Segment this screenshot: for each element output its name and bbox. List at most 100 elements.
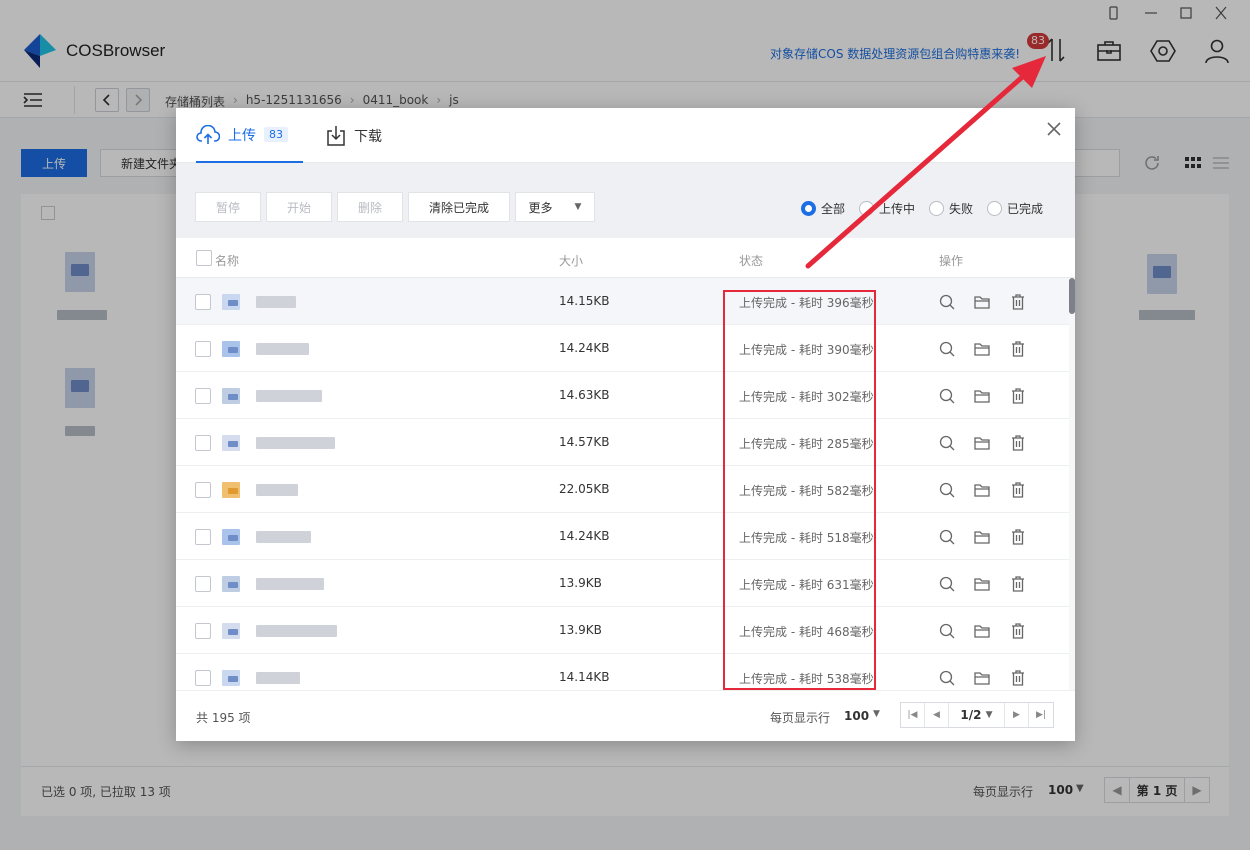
row-checkbox[interactable] xyxy=(195,623,211,639)
file-name-redacted xyxy=(220,478,370,502)
folder-icon[interactable] xyxy=(973,340,991,358)
tab-upload-label: 上传 xyxy=(228,127,256,144)
trash-icon[interactable] xyxy=(1009,575,1027,593)
pause-button[interactable]: 暂停 xyxy=(195,192,261,222)
tab-upload[interactable]: 上传 83 xyxy=(196,108,303,163)
column-name: 名称 xyxy=(215,254,240,268)
filter-uploading[interactable]: 上传中 xyxy=(859,200,915,217)
table-row[interactable]: 14.15KB 上传完成 - 耗时 396毫秒 xyxy=(176,278,1069,325)
page-select[interactable]: 1/2 ▼ xyxy=(949,703,1005,727)
file-name-redacted xyxy=(220,619,370,643)
table-row[interactable]: 14.63KB 上传完成 - 耗时 302毫秒 xyxy=(176,372,1069,419)
radio-selected[interactable] xyxy=(801,201,816,216)
caret-down-icon: ▼ xyxy=(574,202,582,212)
file-size: 14.14KB xyxy=(559,670,610,684)
trash-icon[interactable] xyxy=(1009,387,1027,405)
dialog-footer: 共 195 项 每页显示行 100 ▼ |◀ ◀ 1/2 ▼ ▶ ▶| xyxy=(176,690,1075,741)
row-checkbox[interactable] xyxy=(195,294,211,310)
search-icon[interactable] xyxy=(938,528,956,546)
tab-download-label: 下载 xyxy=(354,128,382,145)
row-checkbox[interactable] xyxy=(195,529,211,545)
total-count: 共 195 项 xyxy=(196,711,251,725)
delete-button[interactable]: 删除 xyxy=(337,192,403,222)
folder-icon[interactable] xyxy=(973,434,991,452)
upload-count-badge: 83 xyxy=(264,127,288,142)
file-size: 14.63KB xyxy=(559,388,610,402)
radio[interactable] xyxy=(987,201,1003,216)
last-page-button[interactable]: ▶| xyxy=(1029,703,1053,727)
filter-label: 全部 xyxy=(821,202,846,216)
file-size: 14.57KB xyxy=(559,435,610,449)
search-icon[interactable] xyxy=(938,293,956,311)
select-all-checkbox[interactable] xyxy=(196,250,212,266)
trash-icon[interactable] xyxy=(1009,340,1027,358)
file-name-redacted xyxy=(220,525,370,549)
scroll-thumb[interactable] xyxy=(1069,278,1075,314)
caret-down-icon[interactable]: ▼ xyxy=(873,709,880,719)
folder-icon[interactable] xyxy=(973,575,991,593)
start-button[interactable]: 开始 xyxy=(266,192,332,222)
column-actions: 操作 xyxy=(939,254,964,268)
file-name-redacted xyxy=(220,666,370,690)
folder-icon[interactable] xyxy=(973,622,991,640)
table-row[interactable]: 14.14KB 上传完成 - 耗时 538毫秒 xyxy=(176,654,1069,690)
row-checkbox[interactable] xyxy=(195,670,211,686)
trash-icon[interactable] xyxy=(1009,528,1027,546)
filter-failed[interactable]: 失败 xyxy=(929,200,973,217)
table-row[interactable]: 14.57KB 上传完成 - 耗时 285毫秒 xyxy=(176,419,1069,466)
first-page-button[interactable]: |◀ xyxy=(901,703,925,727)
trash-icon[interactable] xyxy=(1009,293,1027,311)
table-row[interactable]: 22.05KB 上传完成 - 耗时 582毫秒 xyxy=(176,466,1069,513)
search-icon[interactable] xyxy=(938,669,956,687)
pager: |◀ ◀ 1/2 ▼ ▶ ▶| xyxy=(900,702,1054,728)
search-icon[interactable] xyxy=(938,575,956,593)
file-name-redacted xyxy=(220,572,370,596)
file-name-redacted xyxy=(220,337,370,361)
radio[interactable] xyxy=(929,201,945,216)
scrollbar[interactable] xyxy=(1069,278,1075,690)
transfer-tabs: 上传 83 下载 xyxy=(176,108,1075,163)
tab-download[interactable]: 下载 xyxy=(326,108,382,163)
trash-icon[interactable] xyxy=(1009,434,1027,452)
column-status: 状态 xyxy=(739,254,764,268)
prev-page-button[interactable]: ◀ xyxy=(925,703,949,727)
page-indicator: 1/2 xyxy=(960,708,982,722)
radio[interactable] xyxy=(859,201,875,216)
row-checkbox[interactable] xyxy=(195,482,211,498)
caret-down-icon: ▼ xyxy=(985,710,993,720)
clear-completed-button[interactable]: 清除已完成 xyxy=(408,192,510,222)
filter-completed[interactable]: 已完成 xyxy=(987,200,1043,217)
filter-all[interactable]: 全部 xyxy=(801,200,845,217)
table-row[interactable]: 14.24KB 上传完成 - 耗时 390毫秒 xyxy=(176,325,1069,372)
table-row[interactable]: 14.24KB 上传完成 - 耗时 518毫秒 xyxy=(176,513,1069,560)
folder-icon[interactable] xyxy=(973,669,991,687)
close-icon[interactable] xyxy=(1045,120,1063,138)
filter-label: 失败 xyxy=(949,202,974,216)
highlight-box xyxy=(723,290,876,690)
table-row[interactable]: 13.9KB 上传完成 - 耗时 631毫秒 xyxy=(176,560,1069,607)
folder-icon[interactable] xyxy=(973,528,991,546)
trash-icon[interactable] xyxy=(1009,669,1027,687)
search-icon[interactable] xyxy=(938,387,956,405)
trash-icon[interactable] xyxy=(1009,622,1027,640)
search-icon[interactable] xyxy=(938,481,956,499)
row-checkbox[interactable] xyxy=(195,388,211,404)
table-row[interactable]: 13.9KB 上传完成 - 耗时 468毫秒 xyxy=(176,607,1069,654)
search-icon[interactable] xyxy=(938,622,956,640)
file-size: 14.24KB xyxy=(559,529,610,543)
next-page-button[interactable]: ▶ xyxy=(1005,703,1029,727)
filter-label: 已完成 xyxy=(1007,202,1044,216)
row-checkbox[interactable] xyxy=(195,435,211,451)
folder-icon[interactable] xyxy=(973,387,991,405)
folder-icon[interactable] xyxy=(973,481,991,499)
per-page-select[interactable]: 100 xyxy=(844,709,869,723)
more-dropdown[interactable]: 更多 ▼ xyxy=(515,192,595,222)
folder-icon[interactable] xyxy=(973,293,991,311)
action-bar: 暂停 开始 删除 清除已完成 更多 ▼ 全部 上传中 失败 已完成 xyxy=(176,163,1075,238)
file-name-redacted xyxy=(220,384,370,408)
search-icon[interactable] xyxy=(938,434,956,452)
trash-icon[interactable] xyxy=(1009,481,1027,499)
row-checkbox[interactable] xyxy=(195,576,211,592)
row-checkbox[interactable] xyxy=(195,341,211,357)
search-icon[interactable] xyxy=(938,340,956,358)
